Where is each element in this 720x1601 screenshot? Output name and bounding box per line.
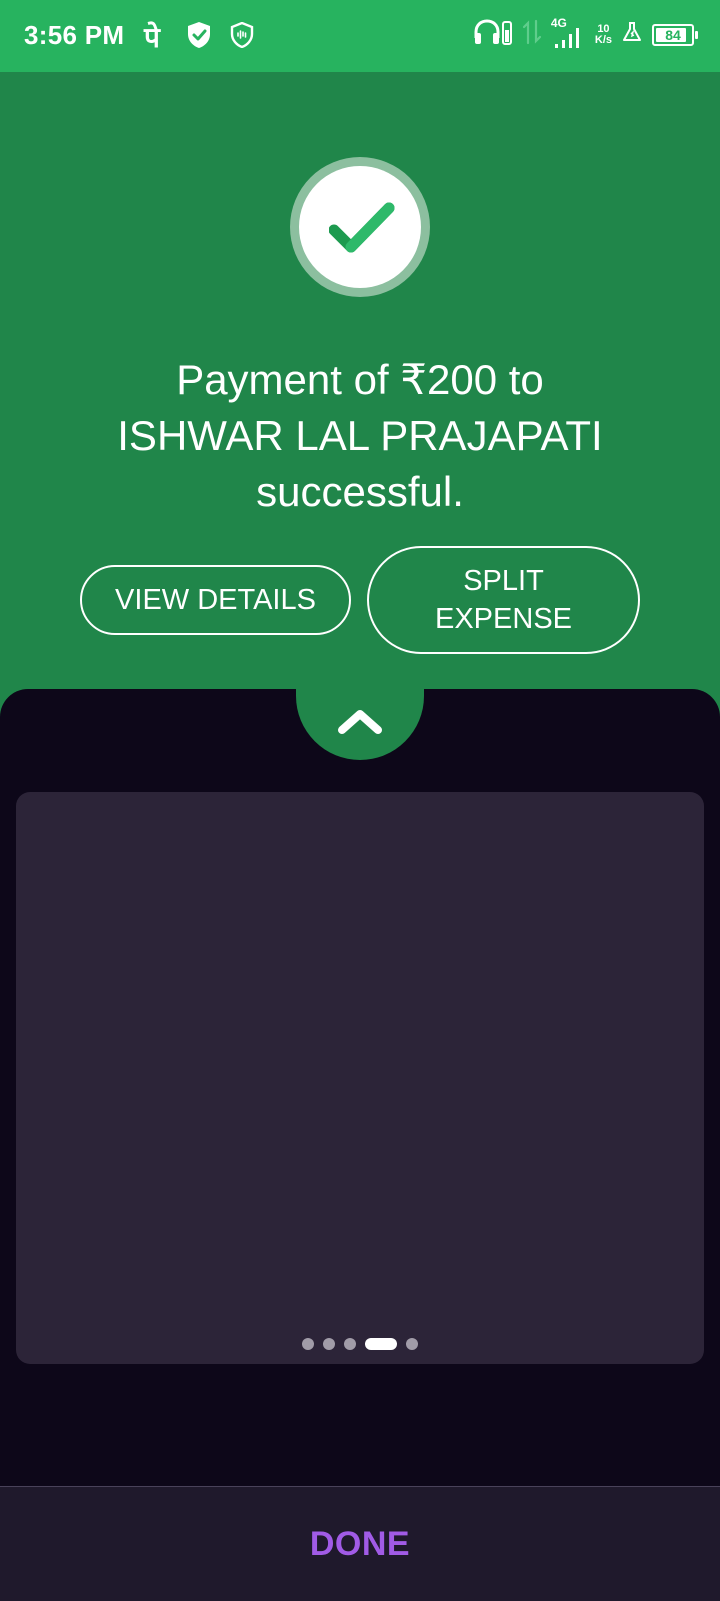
- carousel-dot-active[interactable]: [365, 1338, 397, 1350]
- flask-icon: [622, 21, 642, 48]
- headphones-battery-icon: [473, 18, 513, 51]
- status-time: 3:56 PM: [24, 20, 125, 50]
- battery-icon: 84: [652, 23, 698, 46]
- net-speed: 10 K/s: [594, 22, 612, 46]
- chevron-up-icon[interactable]: [336, 706, 384, 736]
- carousel-dot[interactable]: [406, 1338, 418, 1350]
- promo-carousel[interactable]: [16, 792, 704, 1364]
- done-button[interactable]: DONE: [304, 1524, 416, 1565]
- phonepe-icon: पे: [144, 22, 160, 53]
- status-bar: 3:56 PM पे 4G 10 K/s 84: [0, 0, 720, 72]
- footer-bar: DONE: [0, 1486, 720, 1601]
- carousel-dot[interactable]: [344, 1338, 356, 1350]
- carousel-dots: [16, 1338, 704, 1350]
- success-badge: [290, 157, 430, 297]
- view-details-button[interactable]: VIEW DETAILS: [80, 565, 351, 635]
- data-arrows-icon: [522, 19, 541, 50]
- shield-scan-icon: [230, 21, 254, 53]
- status-icons: 4G 10 K/s 84: [473, 17, 698, 51]
- success-line-payee: ISHWAR LAL PRAJAPATI: [117, 412, 603, 459]
- success-line-status: successful.: [256, 468, 464, 515]
- check-icon: [329, 202, 395, 253]
- success-panel: Payment of ₹200 to ISHWAR LAL PRAJAPATI …: [0, 72, 720, 732]
- carousel-dot[interactable]: [323, 1338, 335, 1350]
- split-expense-button[interactable]: SPLIT EXPENSE: [367, 546, 640, 654]
- success-line-amount: Payment of ₹200 to: [176, 356, 544, 403]
- shield-check-icon: [186, 21, 212, 54]
- payment-success-message: Payment of ₹200 to ISHWAR LAL PRAJAPATI …: [60, 352, 660, 520]
- carousel-dot[interactable]: [302, 1338, 314, 1350]
- signal-icon: 4G: [551, 17, 585, 50]
